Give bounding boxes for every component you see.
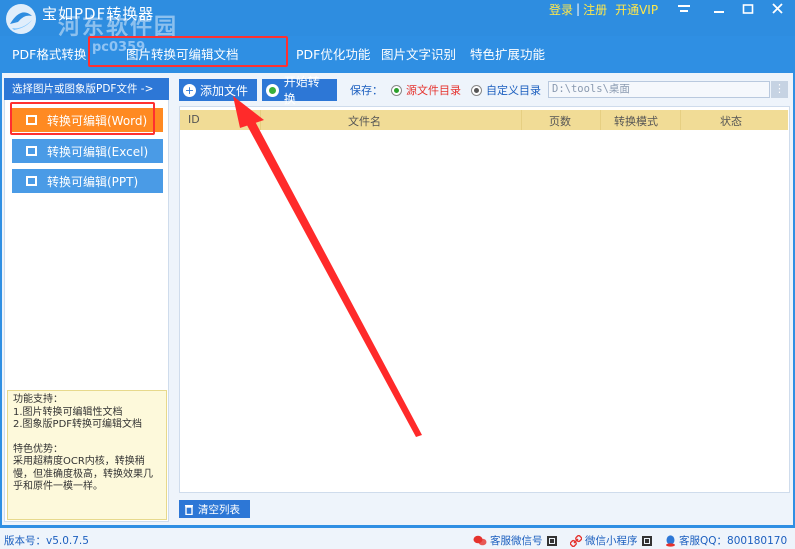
radio-unselected-icon: [471, 84, 482, 96]
table-header: ID 文件名 页数 转换模式 状态: [180, 110, 788, 130]
maximize-icon: [742, 3, 754, 14]
mini-program-link[interactable]: 微信小程序: [570, 533, 652, 548]
feature-text: 采用超精度OCR内核，转换稍慢，但准确度极高，转换效果几乎和原件一模一样。: [13, 456, 153, 492]
login-link[interactable]: 登录: [549, 1, 573, 18]
info-item: 1.图片转换可编辑性文档: [13, 406, 123, 418]
plus-icon: +: [183, 83, 196, 97]
feature-info-box: 功能支持： 1.图片转换可编辑性文档 2.图象版PDF转换可编辑文档 特色优势：…: [7, 390, 167, 520]
close-icon: [771, 3, 783, 14]
minimize-icon: [714, 10, 724, 13]
version-label: 版本号：v5.0.7.5: [4, 535, 89, 547]
add-file-label: 添加文件: [200, 83, 249, 98]
column-header-mode: 转换模式: [614, 115, 658, 128]
document-icon: [26, 146, 37, 156]
browse-button[interactable]: ⋮: [771, 81, 788, 98]
column-divider: [260, 110, 261, 130]
file-table[interactable]: [179, 106, 790, 493]
mini-program-label: 微信小程序: [585, 535, 638, 547]
column-header-filename: 文件名: [348, 115, 381, 128]
qr-code-icon: [546, 535, 557, 546]
radio-custom-dir[interactable]: 自定义目录: [471, 82, 541, 98]
register-link[interactable]: 注册: [583, 1, 607, 18]
minimize-button[interactable]: [705, 0, 733, 17]
title-bar: 宝如PDF转换器 河东软件园 登录 | 注册 开通VIP: [0, 0, 795, 40]
account-links: 登录 | 注册 开通VIP: [549, 1, 658, 17]
column-divider: [600, 110, 601, 130]
tab-pdf-convert[interactable]: PDF格式转换: [12, 44, 86, 63]
column-header-pages: 页数: [549, 115, 571, 128]
radio-source-dir[interactable]: 源文件目录: [391, 82, 461, 98]
left-panel-header: 选择图片或图象版PDF文件 ->: [4, 78, 169, 100]
maximize-button[interactable]: [734, 0, 762, 17]
start-convert-button[interactable]: 开始转换: [262, 75, 337, 106]
qq-service-link[interactable]: 客服QQ：800180170: [665, 533, 787, 548]
wechat-service-link[interactable]: 客服微信号: [473, 533, 557, 548]
convert-ppt-label: 转换可编辑(PPT): [47, 174, 139, 189]
logo-icon: [6, 4, 36, 34]
trash-icon: [185, 504, 193, 515]
info-title: 功能支持：: [13, 394, 63, 405]
start-convert-label: 开始转换: [283, 75, 320, 106]
radio-source-label: 源文件目录: [406, 84, 461, 97]
convert-ppt-button[interactable]: 转换可编辑(PPT): [12, 169, 163, 193]
column-divider: [521, 110, 522, 130]
column-header-status: 状态: [720, 115, 742, 128]
clear-list-button[interactable]: 清空列表: [179, 500, 250, 518]
tab-pdf-optimize[interactable]: PDF优化功能: [296, 44, 370, 63]
link-separator: |: [576, 2, 581, 16]
word-highlight-box: [10, 102, 155, 135]
wechat-icon: [473, 535, 487, 546]
save-label: 保存：: [350, 84, 383, 97]
qr-code-icon: [641, 535, 652, 546]
app-window: 宝如PDF转换器 河东软件园 登录 | 注册 开通VIP PDF格式转换 图片转…: [0, 0, 795, 549]
radio-selected-icon: [391, 84, 402, 96]
wechat-service-label: 客服微信号: [490, 535, 543, 547]
tab-highlight-box: [88, 36, 288, 67]
hamburger-icon: [678, 4, 690, 12]
feature-title: 特色优势：: [13, 443, 63, 455]
clear-list-label: 清空列表: [198, 503, 240, 516]
output-path-input[interactable]: D:\tools\桌面: [548, 81, 770, 98]
vip-link[interactable]: 开通VIP: [615, 1, 658, 18]
qq-icon: [666, 534, 675, 547]
column-divider: [680, 110, 681, 130]
link-icon: [570, 534, 582, 547]
add-file-button[interactable]: + 添加文件: [179, 79, 257, 101]
close-button[interactable]: [763, 0, 791, 17]
document-icon: [26, 176, 37, 186]
play-icon: [266, 83, 279, 97]
info-item: 2.图象版PDF转换可编辑文档: [13, 419, 143, 430]
qq-service-label: 客服QQ：800180170: [679, 535, 788, 547]
convert-excel-label: 转换可编辑(Excel): [47, 144, 149, 159]
tab-ocr[interactable]: 图片文字识别: [381, 44, 456, 63]
convert-excel-button[interactable]: 转换可编辑(Excel): [12, 139, 163, 163]
menu-button[interactable]: [670, 0, 698, 17]
tab-extensions[interactable]: 特色扩展功能: [470, 44, 545, 63]
column-header-id: ID: [188, 113, 200, 126]
radio-custom-label: 自定义目录: [486, 84, 541, 97]
